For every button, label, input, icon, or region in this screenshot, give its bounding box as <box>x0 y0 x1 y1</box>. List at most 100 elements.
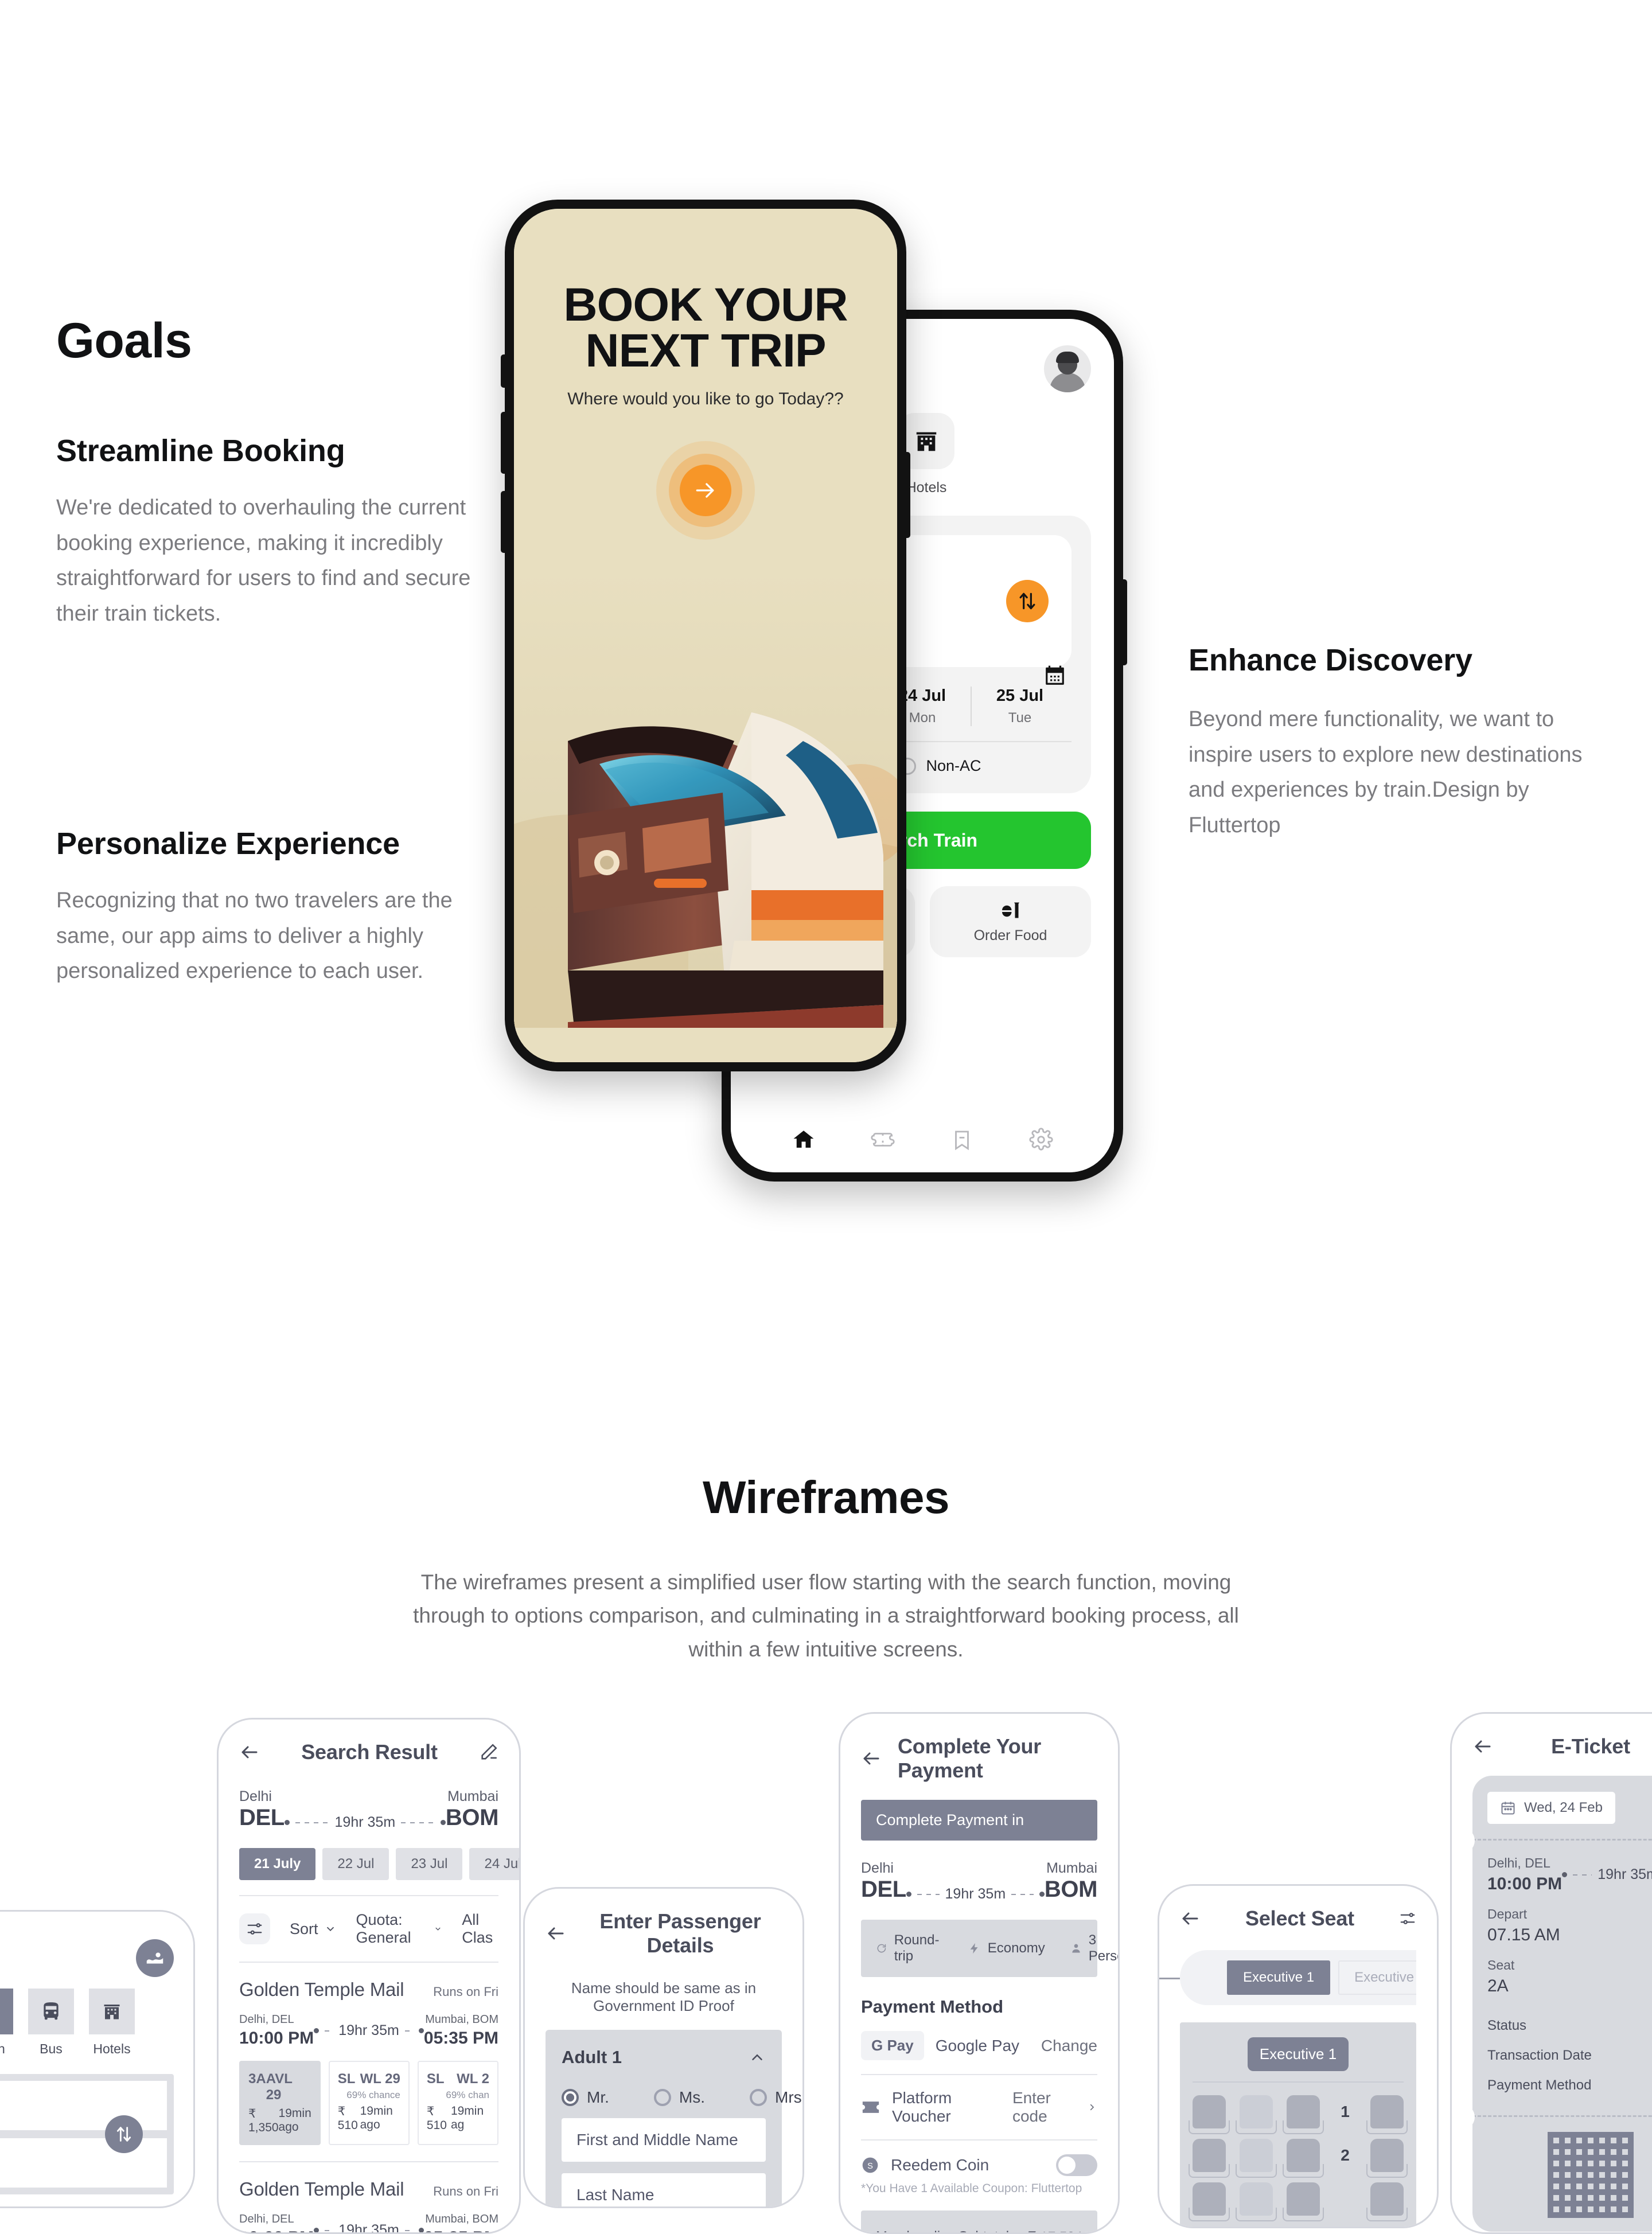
gear-icon[interactable] <box>1029 1128 1053 1152</box>
destination-city: Mumbai <box>1046 1860 1097 1876</box>
date-chip[interactable]: 22 Jul <box>322 1848 389 1880</box>
date-chip[interactable]: 23 Jul <box>396 1848 463 1880</box>
enter-code-link[interactable]: Enter code <box>1012 2089 1097 2126</box>
goal-enhance-discovery: Enhance Discovery Beyond mere functional… <box>1189 642 1590 843</box>
mode-tab-train[interactable]: Train <box>0 1989 13 2057</box>
destination-code: BOM <box>445 1805 499 1830</box>
seat-row: 2 <box>1189 2139 1408 2178</box>
back-arrow-icon[interactable] <box>1180 1908 1201 1929</box>
total-value: ₹ 17,524 <box>1028 2229 1082 2232</box>
bottom-tab-bar <box>731 1128 1114 1152</box>
platform-voucher-row[interactable]: Platform Voucher Enter code <box>861 2075 1097 2139</box>
fare-updated: 19min ago <box>278 2107 311 2134</box>
sliders-icon[interactable] <box>1399 1910 1416 1927</box>
filter-quota[interactable]: Quota: General <box>356 1911 443 1947</box>
chevron-up-icon[interactable] <box>749 2049 766 2066</box>
payment-method-gpay[interactable]: G Pay Google Pay Change <box>861 2017 1097 2074</box>
seat[interactable] <box>1283 2182 1324 2221</box>
image-placeholder-icon[interactable] <box>136 1939 174 1977</box>
mode-tab-bus[interactable]: Bus <box>28 1989 74 2057</box>
filter-class[interactable]: All Clas <box>462 1911 498 1947</box>
seat[interactable] <box>1236 2095 1277 2134</box>
person-icon <box>1072 1944 1080 1953</box>
train-result-card[interactable]: Golden Temple Mail Runs on Fri Delhi, DE… <box>239 2162 498 2232</box>
seat[interactable] <box>1236 2182 1277 2221</box>
destination-field[interactable] <box>0 2138 167 2188</box>
date-chip[interactable]: 24 Jul <box>469 1848 519 1880</box>
coach-tab[interactable]: Executive 2 <box>1338 1960 1416 1995</box>
back-arrow-icon[interactable] <box>239 1742 260 1763</box>
radio-non-ac[interactable]: Non-AC <box>898 757 981 775</box>
redeem-coin-toggle[interactable] <box>1056 2154 1097 2176</box>
cta-halo <box>656 440 755 540</box>
edit-pencil-icon[interactable] <box>479 1742 498 1762</box>
fare-option[interactable]: 3A AVL 29 ₹ 1,350 19min ago <box>239 2061 321 2145</box>
ticket-perforation <box>1452 2104 1652 2130</box>
fare-class: SL <box>426 2071 445 2087</box>
back-arrow-icon[interactable] <box>861 1748 882 1769</box>
origin-city: Delhi <box>861 1860 894 1876</box>
arrive-time: 05:35 PM <box>424 2228 498 2232</box>
seat[interactable] <box>1189 2095 1230 2134</box>
goal-title: Enhance Discovery <box>1189 643 1472 677</box>
duration: 19hr 35m <box>945 1886 1006 1902</box>
date-chip[interactable]: 21 July <box>239 1848 316 1880</box>
fare-class: 3A <box>248 2071 266 2087</box>
seat-map: Executive 1 1 2 <box>1180 2022 1416 2227</box>
fare-status: WL 2 <box>457 2071 489 2087</box>
seat-row-number: 2 <box>1341 2146 1350 2164</box>
wireframe-eticket: E-Ticket Wed, 24 Feb Delhi, DEL 10:00 PM <box>1450 1712 1652 2234</box>
fare-status: WL 29 <box>360 2071 400 2087</box>
swap-vertical-icon[interactable] <box>105 2115 143 2153</box>
goal-body: We're dedicated to overhauling the curre… <box>56 496 471 626</box>
calendar-icon[interactable] <box>1044 665 1066 687</box>
seat[interactable] <box>1189 2139 1230 2178</box>
mode-label: Train <box>0 2041 13 2057</box>
sliders-icon[interactable] <box>239 1913 270 1944</box>
depart-time: 10:00 PM <box>239 2228 314 2232</box>
seat[interactable] <box>1189 2182 1230 2221</box>
arrow-right-icon[interactable] <box>680 464 731 516</box>
fare-option[interactable]: SL WL 2 69% chan ₹ 510 19min ag <box>417 2061 498 2145</box>
destination-city: Mumbai <box>447 1788 498 1804</box>
origin-field[interactable]: on <box>0 2081 167 2130</box>
radio-mr[interactable]: Mr. <box>562 2088 609 2107</box>
quick-action-order-food[interactable]: Order Food <box>930 886 1091 957</box>
route-inputs[interactable]: on <box>0 2074 174 2194</box>
filter-row: Sort Quota: General All Clas <box>239 1896 498 1962</box>
change-method-link[interactable]: Change <box>1041 2037 1097 2055</box>
fare-option[interactable]: SL WL 29 69% chance ₹ 510 19min ago <box>328 2061 410 2145</box>
seat[interactable] <box>1283 2095 1324 2134</box>
train-result-card[interactable]: Golden Temple Mail Runs on Fri Delhi, DE… <box>239 1963 498 2145</box>
detail-label: Payment Method <box>1487 2077 1592 2093</box>
seat[interactable] <box>1236 2139 1277 2178</box>
train-runs-on: Runs on Fri <box>433 1985 498 1999</box>
radio-mrs[interactable]: Mrs. <box>750 2088 802 2107</box>
seat-label: Seat <box>1487 1958 1515 1972</box>
bookmark-icon[interactable] <box>950 1128 974 1152</box>
coach-tab[interactable]: Executive 1 <box>1227 1960 1331 1995</box>
radio-ms[interactable]: Ms. <box>653 2088 705 2107</box>
first-middle-name-field[interactable]: First and Middle Name <box>562 2118 766 2162</box>
seat[interactable] <box>1366 2095 1408 2134</box>
home-icon[interactable] <box>792 1128 816 1152</box>
origin-code: DEL <box>239 1805 285 1830</box>
avatar[interactable] <box>1044 345 1091 392</box>
filter-sort[interactable]: Sort <box>290 1920 337 1938</box>
swap-vertical-icon[interactable] <box>1006 580 1049 622</box>
redeem-coin-row[interactable]: S Reedem Coin <box>861 2141 1097 2178</box>
fare-price: ₹ 1,350 <box>248 2107 279 2134</box>
seat[interactable] <box>1283 2139 1324 2178</box>
depart-value: 07.15 AM <box>1487 1925 1560 1944</box>
payment-timer-banner: Complete Payment in <box>861 1800 1097 1841</box>
seat[interactable] <box>1366 2182 1408 2221</box>
last-name-field[interactable]: Last Name <box>562 2173 766 2206</box>
goal-title: Streamline Booking <box>56 434 345 468</box>
ticket-icon[interactable] <box>871 1128 895 1152</box>
mode-tab-hotels[interactable]: Hotels <box>89 1989 135 2057</box>
back-arrow-icon[interactable] <box>546 1923 566 1944</box>
origin-city: Delhi <box>239 1788 272 1804</box>
back-arrow-icon[interactable] <box>1472 1736 1493 1757</box>
date-option[interactable]: 25 Jul Tue <box>972 687 1068 726</box>
seat[interactable] <box>1366 2139 1408 2178</box>
